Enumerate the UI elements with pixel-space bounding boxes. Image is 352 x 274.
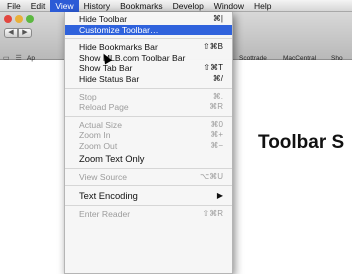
bookmark-partial[interactable]: Ap	[27, 55, 35, 62]
menu-file[interactable]: File	[2, 0, 26, 12]
menu-item-label: Hide Toolbar	[79, 14, 128, 24]
menu-item-hide-status-bar[interactable]: Hide Status Bar ⌘/	[65, 74, 232, 85]
menu-item-stop: Stop ⌘.	[65, 92, 232, 103]
menu-item-shortcut: ⇧⌘R	[202, 209, 223, 219]
menu-item-label: Hide Status Bar	[79, 73, 140, 84]
menu-item-label: Show Tab Bar	[79, 63, 133, 74]
menu-item-label: Reload Page	[79, 102, 129, 113]
menu-item-shortcut: ⇧⌘T	[203, 63, 223, 73]
menu-view[interactable]: View	[50, 0, 79, 12]
submenu-arrow-icon: ▶	[216, 191, 223, 201]
menu-item-shortcut: ⌘+	[210, 130, 223, 140]
menu-item-show-tab-bar[interactable]: Show Tab Bar ⇧⌘T	[65, 63, 232, 74]
bookmark-maccentral[interactable]: MacCentral	[283, 55, 316, 62]
menu-item-label: Hide Bookmarks Bar	[79, 42, 158, 53]
menu-item-show-mlb-toolbar[interactable]: Show MLB.com Toolbar Bar	[65, 53, 232, 64]
menu-develop[interactable]: Develop	[168, 0, 209, 12]
menu-item-customize-toolbar[interactable]: Customize Toolbar…	[65, 24, 232, 36]
menu-history[interactable]: History	[79, 0, 115, 12]
menu-item-reload-page: Reload Page ⌘R	[65, 102, 232, 113]
menu-bookmarks[interactable]: Bookmarks	[115, 0, 168, 12]
menu-item-label: Actual Size	[79, 119, 122, 130]
menu-separator	[65, 205, 232, 207]
menu-item-text-encoding[interactable]: Text Encoding ▶	[65, 189, 232, 202]
menu-separator	[65, 38, 232, 40]
menu-item-shortcut: ⌘/	[212, 73, 223, 83]
menu-item-label: Customize Toolbar…	[79, 24, 159, 35]
menu-bar: File Edit View History Bookmarks Develop…	[0, 0, 352, 12]
menu-item-zoom-text-only[interactable]: Zoom Text Only	[65, 152, 232, 165]
forward-button[interactable]: ▶	[18, 28, 32, 38]
menu-separator	[65, 167, 232, 169]
menu-item-label: Zoom Text Only	[79, 152, 145, 164]
menu-item-label: Enter Reader	[79, 209, 131, 220]
menu-item-zoom-in: Zoom In ⌘+	[65, 130, 232, 141]
menu-item-label: Text Encoding	[79, 190, 138, 202]
menu-item-label: Zoom In	[79, 130, 111, 141]
menu-item-hide-toolbar[interactable]: Hide Toolbar ⌘|	[65, 14, 232, 25]
menu-item-label: Zoom Out	[79, 140, 118, 151]
menu-item-hide-bookmarks-bar[interactable]: Hide Bookmarks Bar ⇧⌘B	[65, 42, 232, 53]
menu-window[interactable]: Window	[209, 0, 249, 12]
menu-item-shortcut: ⌥⌘U	[200, 171, 223, 181]
menu-item-enter-reader: Enter Reader ⇧⌘R	[65, 209, 232, 220]
menu-item-label: Stop	[79, 91, 97, 102]
menu-item-view-source: View Source ⌥⌘U	[65, 172, 232, 183]
menu-item-shortcut: ⌘0	[210, 119, 223, 129]
menu-item-label: Show MLB.com Toolbar Bar	[79, 52, 186, 63]
menu-item-shortcut: ⌘|	[212, 14, 223, 23]
menu-item-zoom-out: Zoom Out ⌘−	[65, 141, 232, 152]
bookmark-sho[interactable]: Sho	[331, 55, 343, 62]
menu-separator	[65, 115, 232, 117]
minimize-window-button[interactable]	[15, 15, 23, 23]
menu-separator	[65, 185, 232, 187]
page-heading: Toolbar S	[258, 132, 345, 153]
menu-help[interactable]: Help	[249, 0, 276, 12]
menu-item-shortcut: ⌘R	[209, 102, 223, 112]
back-button[interactable]: ◀	[4, 28, 18, 38]
bookmark-scottrade[interactable]: Scottrade	[239, 55, 267, 62]
menu-item-shortcut: ⌘.	[212, 91, 223, 101]
close-window-button[interactable]	[4, 15, 12, 23]
zoom-window-button[interactable]	[26, 15, 34, 23]
menu-edit[interactable]: Edit	[26, 0, 51, 12]
bookmarks-icons[interactable]: ▭ ☰	[3, 54, 24, 62]
menu-item-label: View Source	[79, 171, 128, 182]
menu-item-shortcut: ⌘−	[210, 140, 223, 150]
menu-item-shortcut: ⇧⌘B	[202, 42, 223, 52]
menu-separator	[65, 87, 232, 89]
view-menu-dropdown: Hide Toolbar ⌘| Customize Toolbar… Hide …	[64, 12, 233, 274]
menu-item-actual-size: Actual Size ⌘0	[65, 120, 232, 131]
